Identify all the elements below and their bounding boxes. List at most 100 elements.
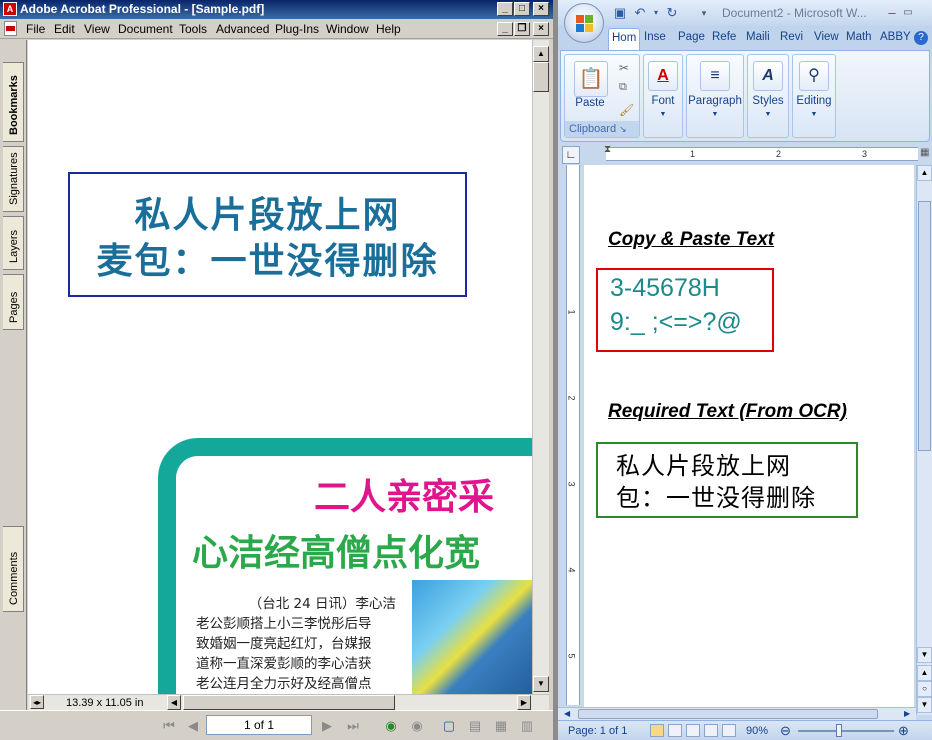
tab-mailings[interactable]: Maili: [746, 31, 770, 43]
pdf-horizontal-scrollbar[interactable]: ◂▸ 13.39 x 11.05 in ◀ ▶: [28, 694, 549, 710]
help-icon[interactable]: ?: [914, 31, 928, 45]
draft-view-icon[interactable]: [722, 724, 736, 737]
tab-view[interactable]: View: [814, 31, 839, 43]
zoom-in-icon[interactable]: ⊕: [898, 723, 909, 739]
web-layout-view-icon[interactable]: [686, 724, 700, 737]
tab-comments[interactable]: Comments: [3, 526, 24, 612]
print-layout-view-icon[interactable]: [650, 724, 664, 737]
scroll-right-arrow-icon[interactable]: ▶: [517, 695, 531, 710]
tab-math[interactable]: Math: [846, 31, 872, 43]
split-handle-icon[interactable]: ◂▸: [30, 695, 44, 709]
tab-layers[interactable]: Layers: [3, 216, 24, 270]
office-logo-icon: [576, 15, 594, 33]
tab-insert[interactable]: Inse: [644, 31, 666, 43]
doc-close-button[interactable]: ×: [533, 22, 549, 36]
scroll-right-arrow-icon[interactable]: ▶: [904, 709, 910, 718]
dialog-launcher-icon[interactable]: ↘: [619, 124, 627, 134]
word-maximize-icon[interactable]: ▭: [900, 5, 916, 21]
scroll-up-arrow-icon[interactable]: ▲: [533, 46, 549, 62]
menu-plug-ins[interactable]: Plug-Ins: [275, 22, 319, 36]
tab-page-layout[interactable]: Page: [678, 31, 705, 43]
menu-view[interactable]: View: [84, 22, 110, 36]
format-painter-icon[interactable]: 🖌: [619, 103, 634, 117]
page-count-status[interactable]: Page: 1 of 1: [568, 725, 627, 737]
pdf-vertical-scrollbar[interactable]: ▲ ▼: [532, 40, 549, 694]
redo-icon[interactable]: ↻: [664, 5, 680, 21]
outline-view-icon[interactable]: [704, 724, 718, 737]
zoom-out-icon[interactable]: ⊖: [780, 723, 791, 739]
tab-abbyy[interactable]: ABBY: [880, 31, 911, 43]
minimize-button[interactable]: _: [497, 2, 513, 16]
tab-review[interactable]: Revi: [780, 31, 803, 43]
zoom-slider-thumb[interactable]: [836, 724, 842, 737]
office-button[interactable]: [564, 3, 604, 43]
prev-page-icon[interactable]: ◀: [184, 717, 202, 735]
cut-icon[interactable]: ✂: [619, 61, 629, 75]
word-minimize-icon[interactable]: –: [884, 5, 900, 21]
zoom-level[interactable]: 90%: [746, 725, 768, 737]
scroll-left-arrow-icon[interactable]: ◀: [167, 695, 181, 710]
go-forward-icon[interactable]: ◉: [408, 717, 426, 735]
tab-pages[interactable]: Pages: [3, 274, 24, 330]
save-icon[interactable]: ▣: [612, 5, 628, 21]
paragraph-group[interactable]: ≡ Paragraph ▼: [686, 54, 744, 138]
undo-dropdown-icon[interactable]: ▾: [648, 5, 664, 21]
ribbon-tab-bar: Hom Inse Page Refe Maili Revi View Math …: [558, 26, 932, 50]
styles-group[interactable]: A Styles ▼: [747, 54, 789, 138]
scroll-left-arrow-icon[interactable]: ◀: [564, 709, 570, 718]
next-page-icon[interactable]: ▶: [318, 717, 336, 735]
undo-icon[interactable]: ↶: [632, 5, 648, 21]
tab-home[interactable]: Hom: [608, 28, 641, 50]
close-button[interactable]: ×: [533, 2, 549, 16]
paste-label[interactable]: Paste: [558, 97, 627, 109]
go-back-icon[interactable]: ◉: [382, 717, 400, 735]
next-page-icon[interactable]: ▼: [917, 697, 932, 713]
scroll-up-arrow-icon[interactable]: ▲: [917, 165, 932, 181]
customize-qat-icon[interactable]: ▾: [696, 5, 712, 21]
continuous-icon[interactable]: ▤: [466, 717, 484, 735]
indent-marker-icon[interactable]: ⧗: [604, 144, 611, 155]
document-page[interactable]: Copy & Paste Text 3-45678H 9:_ ;<=>?@ Re…: [584, 165, 914, 707]
tab-selector-icon[interactable]: ∟: [562, 146, 580, 164]
menu-window[interactable]: Window: [326, 22, 369, 36]
view-ruler-icon[interactable]: ▦: [920, 147, 929, 158]
menu-edit[interactable]: Edit: [54, 22, 75, 36]
copy-icon[interactable]: ⧉: [619, 81, 627, 94]
menu-help[interactable]: Help: [376, 22, 401, 36]
tab-references[interactable]: Refe: [712, 31, 736, 43]
last-page-icon[interactable]: ⏭: [344, 717, 362, 735]
single-page-icon[interactable]: ▢: [440, 717, 458, 735]
h-scroll-thumb[interactable]: [183, 695, 395, 710]
scroll-thumb[interactable]: [533, 62, 549, 92]
facing-icon[interactable]: ▦: [492, 717, 510, 735]
ruler-strip[interactable]: ⧗ 1 2 3: [604, 144, 918, 161]
menu-tools[interactable]: Tools: [179, 22, 207, 36]
scroll-thumb[interactable]: [918, 201, 931, 451]
menu-document[interactable]: Document: [118, 22, 173, 36]
full-screen-view-icon[interactable]: [668, 724, 682, 737]
scroll-down-arrow-icon[interactable]: ▼: [917, 647, 932, 663]
doc-minimize-button[interactable]: _: [497, 22, 513, 36]
zoom-slider-track[interactable]: [798, 730, 894, 732]
doc-restore-button[interactable]: ❐: [514, 22, 530, 36]
font-group[interactable]: A Font ▼: [643, 54, 683, 138]
tab-bookmarks[interactable]: Bookmarks: [3, 62, 24, 142]
first-page-icon[interactable]: ⏮: [160, 717, 178, 735]
tab-signatures[interactable]: Signatures: [3, 146, 24, 212]
pdf-page-view[interactable]: 私人片段放上网 麦包：一世没得删除 二人亲密采 心洁经高僧点化宽 （台北 24 …: [28, 40, 532, 694]
vertical-ruler-strip[interactable]: 1 2 3 4 5: [566, 165, 580, 705]
h-scroll-thumb[interactable]: [578, 709, 878, 719]
previous-page-icon[interactable]: ▲: [917, 665, 932, 681]
scroll-down-arrow-icon[interactable]: ▼: [533, 676, 549, 692]
paste-icon[interactable]: 📋: [574, 61, 608, 97]
page-number-field[interactable]: 1 of 1: [206, 715, 312, 735]
continuous-facing-icon[interactable]: ▥: [518, 717, 536, 735]
editing-group[interactable]: ⚲ Editing ▼: [792, 54, 836, 138]
word-horizontal-scrollbar[interactable]: ◀ ▶: [558, 707, 916, 720]
menu-advanced[interactable]: Advanced: [216, 22, 269, 36]
menu-file[interactable]: File: [26, 22, 45, 36]
maximize-button[interactable]: □: [514, 2, 530, 16]
browse-object-icon[interactable]: ○: [917, 681, 932, 697]
ruler-number: 2: [566, 395, 577, 401]
word-vertical-scrollbar[interactable]: ▲ ▼ ▲ ○ ▼: [916, 165, 932, 715]
